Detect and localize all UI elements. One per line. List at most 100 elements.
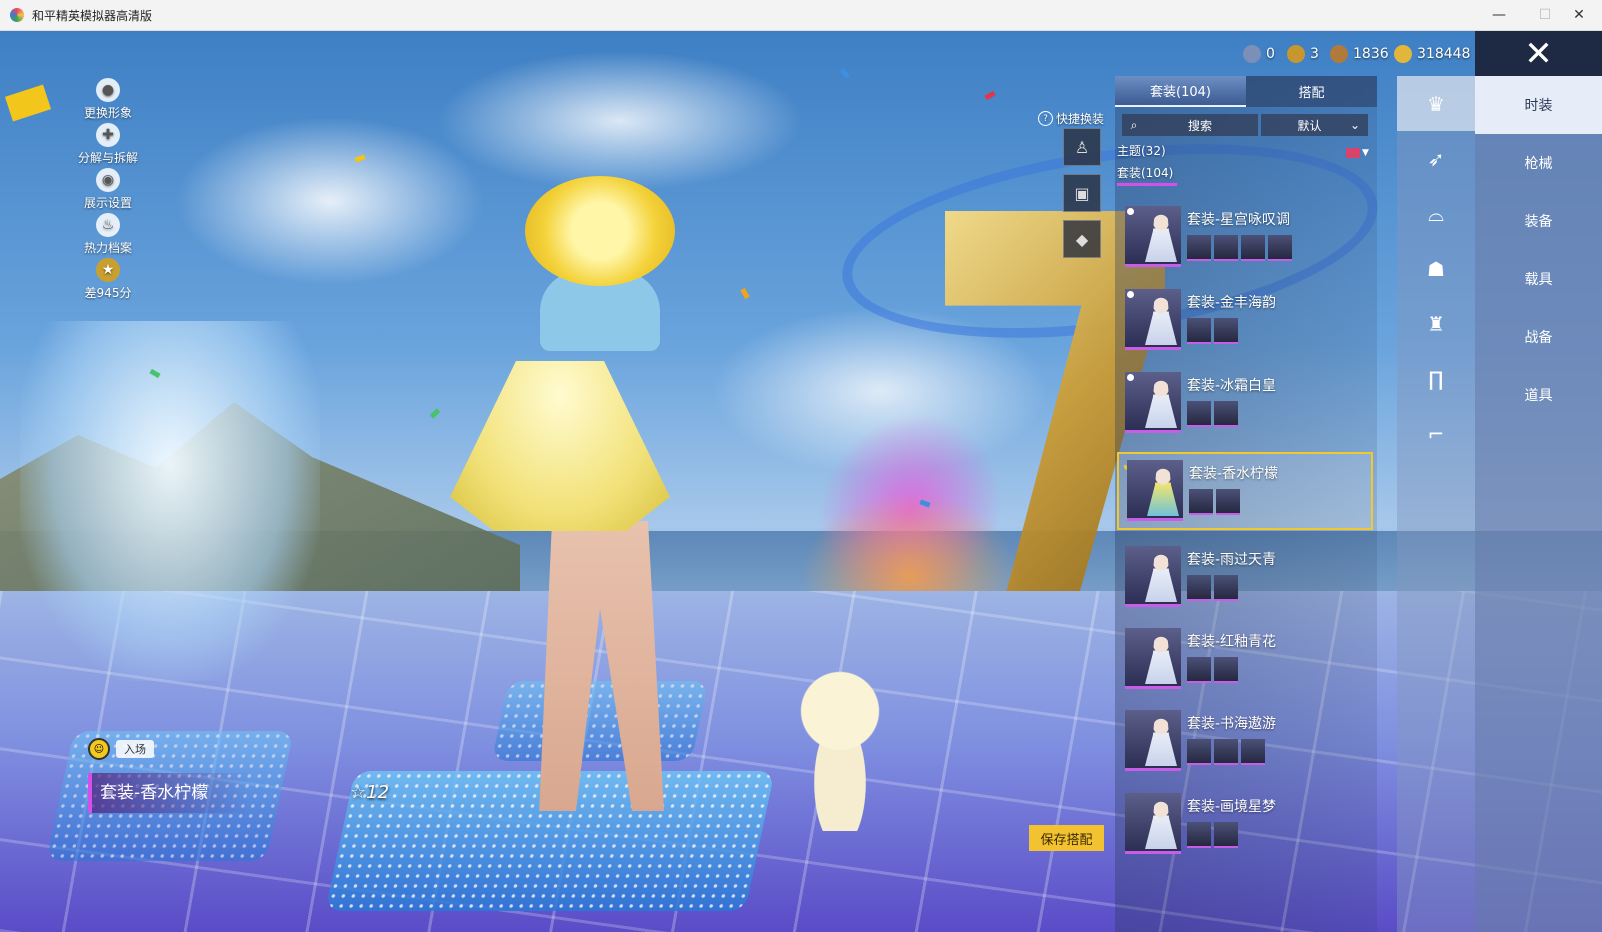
outfit-parts (1187, 575, 1238, 601)
quick-slot-backpack[interactable]: ▣ (1063, 174, 1101, 212)
menu-heat-profile[interactable]: ♨ 热力档案 (78, 213, 138, 256)
menu-rank[interactable]: ★ 差945分 (78, 258, 138, 301)
outfit-item[interactable]: 套装-画境星梦 (1117, 787, 1373, 865)
part-thumbnail (1268, 235, 1292, 261)
glasses-icon[interactable]: ⌓ (1397, 186, 1475, 241)
outfit-tabs: 套装(104) 搭配 (1115, 76, 1377, 107)
socks-icon[interactable]: ⌐ (1397, 406, 1475, 461)
outfit-icon[interactable]: ♛ (1397, 76, 1475, 131)
outfit-figure (1145, 380, 1177, 428)
part-thumbnail (1187, 657, 1211, 683)
outfit-figure (1145, 554, 1177, 602)
category-battle-prep[interactable]: 战备 (1475, 308, 1602, 366)
filter-active-underline (1117, 183, 1177, 186)
quick-slot-gem[interactable]: ◆ (1063, 220, 1101, 258)
outfit-thumbnail (1125, 372, 1181, 433)
close-icon[interactable]: ✕ (1475, 31, 1602, 76)
menu-label: 热力档案 (83, 241, 132, 255)
search-placeholder: 搜索 (1187, 118, 1212, 133)
outfit-name: 套装-红釉青花 (1187, 634, 1277, 650)
window-title: 和平精英模拟器高清版 (32, 8, 153, 23)
category-items[interactable]: 道具 (1475, 366, 1602, 424)
token-icon (1243, 45, 1261, 63)
category-equipment[interactable]: 装备 (1475, 192, 1602, 250)
pants-icon[interactable]: ∏ (1397, 351, 1475, 406)
search-input[interactable]: ⌕ 搜索 (1122, 114, 1258, 136)
outfit-thumbnail (1125, 628, 1181, 689)
part-thumbnail (1241, 235, 1265, 261)
menu-change-appearance[interactable]: ● 更换形象 (78, 78, 138, 121)
part-thumbnail (1216, 489, 1240, 515)
currency-item: 0 (1243, 44, 1275, 64)
entry-tag: ☺ 入场 (88, 738, 154, 760)
outfit-item-selected[interactable]: ✔ 套装-香水柠檬 (1117, 452, 1373, 530)
outfit-item[interactable]: 套装-雨过天青 (1117, 540, 1373, 618)
app-icon (10, 8, 24, 22)
outfit-item[interactable]: 套装-金丰海韵 (1117, 283, 1373, 361)
new-indicator-icon (1127, 291, 1134, 298)
part-thumbnail (1214, 575, 1238, 601)
category-fashion[interactable]: 时装 (1475, 76, 1602, 134)
part-thumbnail (1214, 822, 1238, 848)
part-thumbnail (1187, 401, 1211, 427)
filter-theme[interactable]: 主题(32) (1117, 142, 1166, 159)
outfit-name: 套装-金丰海韵 (1187, 295, 1277, 311)
sort-dropdown[interactable]: 默认 ⌄ (1261, 114, 1368, 136)
tab-suits[interactable]: 套装(104) (1115, 76, 1246, 107)
new-indicator-icon (1127, 374, 1134, 381)
currency-item: 1836 (1330, 44, 1389, 64)
quick-change[interactable]: ? 快捷换装 (1038, 110, 1104, 127)
pose-indicator[interactable]: ☆12 (350, 782, 389, 803)
quick-slot-outfit[interactable]: ♙ (1063, 128, 1101, 166)
currency-value: 318448 (1417, 46, 1471, 62)
outfit-parts (1187, 401, 1238, 427)
outfit-name: 套装-画境星梦 (1187, 799, 1277, 815)
triangle-down-icon[interactable]: ▼ (1362, 148, 1369, 158)
bronze-coin-icon (1330, 45, 1348, 63)
floor-tile-glow (491, 681, 709, 761)
help-icon[interactable]: ? (1038, 111, 1053, 126)
character-lemon-hat (525, 176, 675, 286)
window-close-button[interactable]: ✕ (1556, 0, 1602, 30)
currency-item: 3 (1287, 44, 1319, 64)
currency-value: 3 (1310, 46, 1319, 62)
backpack-icon: ▣ (1074, 183, 1090, 203)
category-firearms[interactable]: 枪械 (1475, 134, 1602, 192)
outfit-parts (1187, 822, 1238, 848)
category-vehicles[interactable]: 载具 (1475, 250, 1602, 308)
gold-coin-icon (1394, 45, 1412, 63)
outfit-item[interactable]: 套装-书海遨游 (1117, 704, 1373, 782)
outfit-thumbnail (1125, 546, 1181, 607)
menu-decompose[interactable]: ✚ 分解与拆解 (78, 123, 138, 166)
outfit-figure (1145, 636, 1177, 684)
minimize-button[interactable]: — (1476, 0, 1522, 30)
outfit-parts (1187, 235, 1292, 261)
outfit-figure (1145, 718, 1177, 766)
confetti (740, 287, 750, 300)
outfit-parts (1187, 318, 1238, 344)
filter-suits[interactable]: 套装(104) (1117, 164, 1173, 181)
flame-icon: ♨ (96, 213, 120, 237)
gun-icon[interactable]: ➶ (1397, 131, 1475, 186)
character-icon[interactable]: ♜ (1397, 296, 1475, 351)
outfit-item[interactable]: 套装-红釉青花 (1117, 622, 1373, 700)
flag-icon (1346, 148, 1360, 158)
mask-icon[interactable]: ☗ (1397, 241, 1475, 296)
part-thumbnail (1214, 739, 1238, 765)
menu-display-settings[interactable]: ◉ 展示设置 (78, 168, 138, 211)
ice-kirin-pet (20, 321, 320, 681)
outfit-thumbnail (1127, 460, 1183, 521)
search-icon: ⌕ (1130, 117, 1138, 132)
outfit-figure (1147, 468, 1179, 516)
tab-match[interactable]: 搭配 (1246, 76, 1377, 107)
smiley-icon: ☺ (88, 738, 110, 760)
outfit-item[interactable]: 套装-冰霜白皇 (1117, 366, 1373, 444)
save-outfit-button[interactable]: 保存搭配 (1029, 825, 1104, 851)
outfit-item[interactable]: 套装-星宫咏叹调 (1117, 200, 1373, 278)
character-lemon-dress[interactable] (450, 361, 670, 531)
confetti (354, 154, 366, 163)
part-thumbnail (1214, 235, 1238, 261)
confetti (984, 90, 996, 101)
entry-button[interactable]: 入场 (116, 740, 154, 758)
part-thumbnail (1187, 318, 1211, 344)
